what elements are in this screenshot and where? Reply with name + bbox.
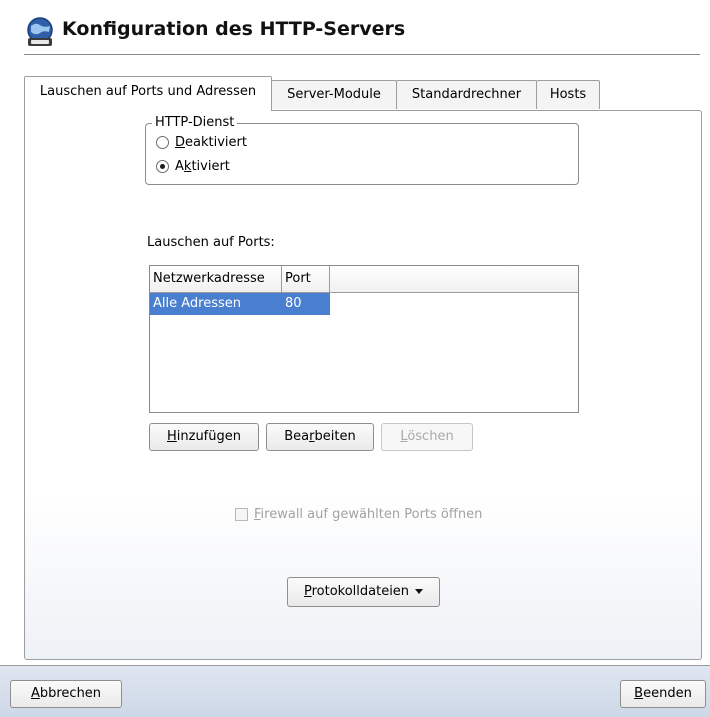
column-header-port[interactable]: Port [282, 266, 330, 292]
cell-address: Alle Adressen [153, 296, 242, 311]
logfiles-dropdown-button[interactable]: Protokolldateien [287, 577, 440, 607]
http-service-group-title: HTTP-Dienst [152, 115, 238, 130]
radio-deactivated-indicator[interactable] [156, 136, 169, 149]
cancel-button[interactable]: Abbrechen [10, 680, 122, 708]
globe-icon [27, 17, 53, 46]
button-bar: Abbrechen Beenden [0, 666, 710, 717]
delete-button[interactable]: Löschen [381, 423, 473, 451]
http-service-group: HTTP-Dienst Deaktiviert Aktiviert [145, 115, 579, 185]
tab-hosts[interactable]: Hosts [536, 80, 600, 109]
cell-port: 80 [285, 296, 302, 311]
firewall-label: Firewall auf gewählten Ports öffnen [254, 507, 483, 522]
radio-deactivated[interactable]: Deaktiviert [156, 135, 247, 150]
dropdown-arrow-icon [415, 589, 424, 594]
firewall-checkbox[interactable] [235, 508, 248, 521]
firewall-option[interactable]: Firewall auf gewählten Ports öffnen [235, 507, 482, 522]
ports-label: Lauschen auf Ports: [147, 235, 275, 250]
add-button[interactable]: Hinzufügen [149, 423, 259, 451]
title-separator [24, 54, 700, 55]
radio-activated[interactable]: Aktiviert [156, 159, 230, 174]
tab-panel-ports: HTTP-Dienst Deaktiviert Aktiviert Lausch… [24, 110, 702, 660]
table-row[interactable]: Alle Adressen 80 [150, 293, 330, 315]
edit-button[interactable]: Bearbeiten [266, 423, 374, 451]
radio-deactivated-label: Deaktiviert [175, 135, 247, 150]
tab-server-modules[interactable]: Server-Module [271, 80, 397, 109]
ports-table-header: Netzwerkadresse Port [150, 266, 578, 293]
radio-activated-indicator[interactable] [156, 160, 169, 173]
radio-activated-label: Aktiviert [175, 159, 230, 174]
column-header-address[interactable]: Netzwerkadresse [150, 266, 282, 292]
finish-button[interactable]: Beenden [620, 680, 706, 708]
dialog-title: Konfiguration des HTTP-Servers [62, 18, 406, 40]
dialog-main: Konfiguration des HTTP-Servers Lauschen … [0, 0, 710, 666]
tab-ports-addresses[interactable]: Lauschen auf Ports und Adressen [24, 76, 272, 111]
ports-table[interactable]: Netzwerkadresse Port Alle Adressen 80 [149, 265, 579, 413]
tab-default-host[interactable]: Standardrechner [396, 80, 537, 109]
